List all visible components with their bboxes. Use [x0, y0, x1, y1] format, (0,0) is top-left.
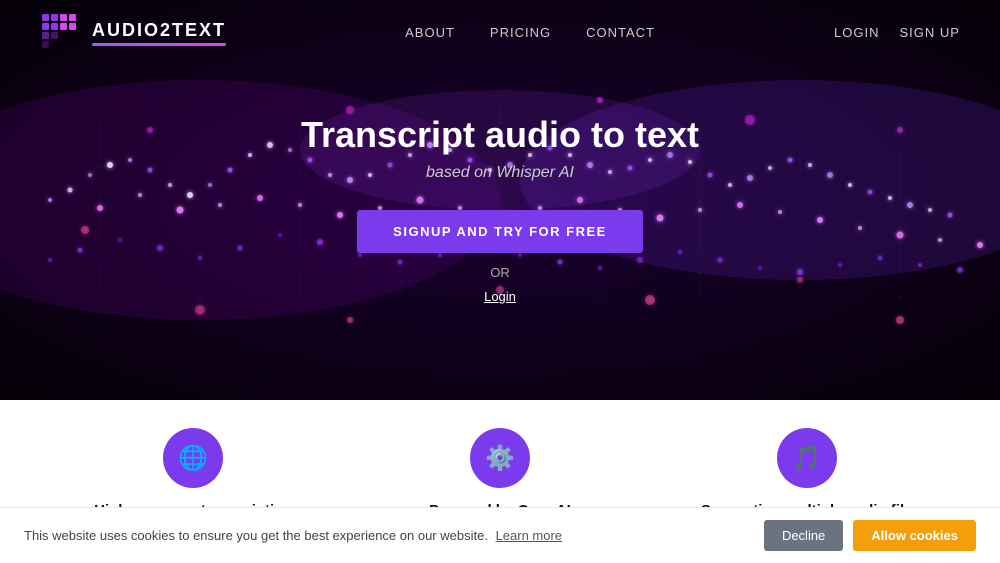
cookie-learn-more-link[interactable]: Learn more — [496, 528, 562, 543]
feature-accuracy-icon: 🌐 — [163, 428, 223, 488]
hero-login-link[interactable]: Login — [484, 289, 516, 304]
nav-about[interactable]: ABOUT — [405, 25, 455, 40]
hero-content: Transcript audio to text based on Whispe… — [301, 114, 699, 306]
feature-openai-icon: ⚙️ — [470, 428, 530, 488]
cta-signup-button[interactable]: SIGNUP AND TRY FOR FREE — [357, 210, 643, 253]
cookie-message: This website uses cookies to ensure you … — [24, 528, 744, 543]
hero-subtitle: based on Whisper AI — [301, 164, 699, 182]
cookie-allow-button[interactable]: Allow cookies — [853, 520, 976, 551]
hero-title: Transcript audio to text — [301, 114, 699, 156]
nav-signup[interactable]: SIGN UP — [900, 25, 960, 40]
logo[interactable]: AUDIO2TEXT — [40, 12, 226, 54]
feature-accuracy: 🌐 High accuracy transcription — [83, 428, 303, 519]
feature-formats-icon: 🎵 — [777, 428, 837, 488]
cookie-decline-button[interactable]: Decline — [764, 520, 843, 551]
cookie-banner: This website uses cookies to ensure you … — [0, 507, 1000, 563]
nav-auth: LOGIN SIGN UP — [834, 25, 960, 40]
cookie-buttons: Decline Allow cookies — [764, 520, 976, 551]
nav-login[interactable]: LOGIN — [834, 25, 879, 40]
nav-pricing[interactable]: PRICING — [490, 25, 551, 40]
nav-contact[interactable]: CONTACT — [586, 25, 655, 40]
navbar: AUDIO2TEXT ABOUT PRICING CONTACT LOGIN S… — [0, 0, 1000, 65]
feature-formats: 🎵 Supporting multiple audio file — [697, 428, 917, 519]
logo-icon — [40, 12, 82, 54]
feature-openai: ⚙️ Powered by OpenAI — [390, 428, 610, 519]
logo-underline — [92, 43, 226, 46]
logo-text: AUDIO2TEXT — [92, 20, 226, 40]
or-text: OR — [301, 265, 699, 280]
nav-links: ABOUT PRICING CONTACT — [405, 25, 655, 40]
